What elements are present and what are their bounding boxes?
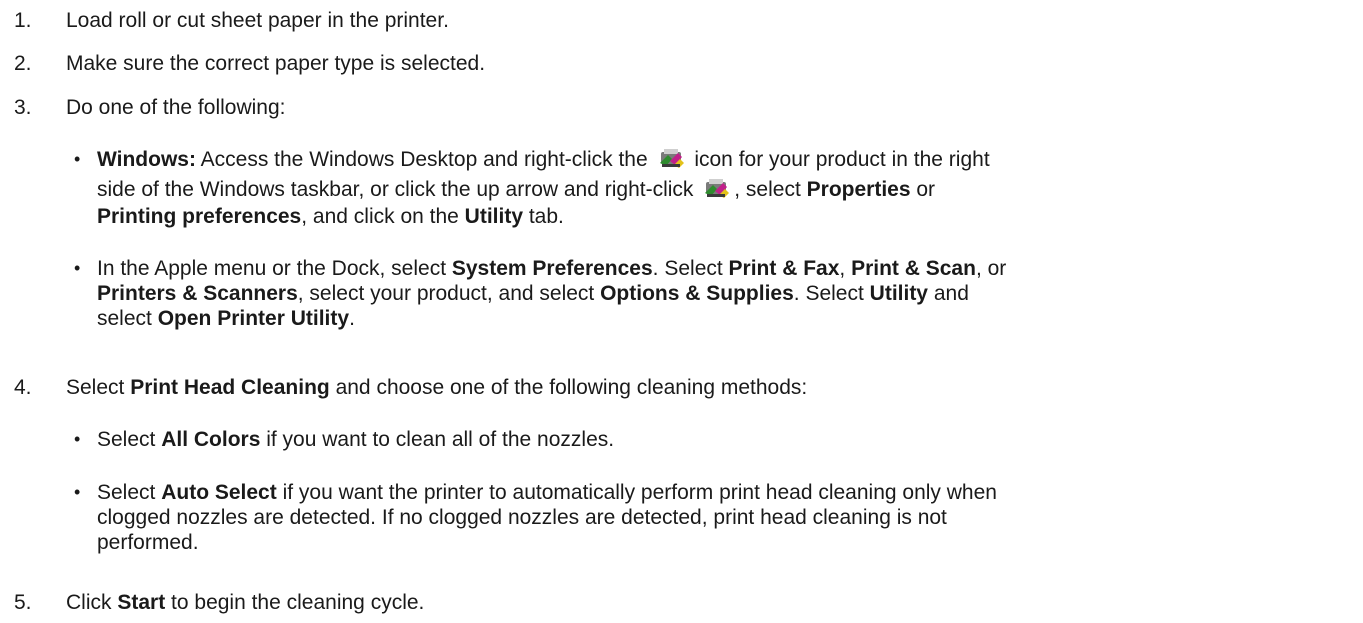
bold-term: Auto Select	[161, 481, 277, 504]
step-number: 5.	[14, 591, 32, 614]
platform-label: Windows:	[97, 148, 196, 171]
bullet-mac: • In the Apple menu or the Dock, select …	[66, 256, 1356, 356]
step-text: Do one of the following:	[66, 96, 286, 119]
text-run: . Select	[793, 282, 870, 305]
text-run: icon for your product in the right	[688, 148, 990, 171]
text-run: clogged nozzles are detected. If no clog…	[97, 506, 947, 529]
bold-term: Print & Scan	[851, 257, 976, 280]
text-run: tab.	[523, 205, 564, 228]
step-number: 2.	[14, 52, 32, 75]
text-line: clogged nozzles are detected. If no clog…	[97, 505, 1352, 530]
text-line: select Open Printer Utility.	[97, 306, 1352, 331]
step-number: 3.	[14, 96, 32, 119]
bullet-mac-text: In the Apple menu or the Dock, select Sy…	[97, 256, 1352, 331]
text-run: if you want the printer to automatically…	[276, 481, 997, 504]
bold-term: Open Printer Utility	[157, 307, 350, 330]
text-run: , and click on the	[301, 205, 465, 228]
printer-icon	[659, 149, 684, 168]
text-run: and	[928, 282, 969, 305]
text-run: Select	[97, 481, 162, 504]
bold-term: Print Head Cleaning	[130, 376, 330, 399]
printer-icon	[705, 179, 730, 198]
text-line: side of the Windows taskbar, or click th…	[97, 177, 1352, 204]
step-text: Make sure the correct paper type is sele…	[66, 52, 486, 75]
bold-term: Properties	[806, 178, 911, 201]
step-text: Click Start to begin the cleaning cycle.	[66, 590, 1336, 615]
bullet-windows-text: Windows: Access the Windows Desktop and …	[97, 147, 1352, 229]
step-text: Select Print Head Cleaning and choose on…	[66, 375, 1336, 400]
bold-term: All Colors	[161, 428, 261, 451]
text-run: performed.	[97, 531, 199, 554]
text-line: Windows: Access the Windows Desktop and …	[97, 147, 1352, 172]
bullet-glyph: •	[74, 482, 81, 502]
text-run: ,	[839, 257, 852, 280]
bullet-auto-select: • Select Auto Select if you want the pri…	[66, 480, 1356, 560]
step-text: Load roll or cut sheet paper in the prin…	[66, 9, 449, 32]
instructions-document: 1. Load roll or cut sheet paper in the p…	[0, 0, 1363, 623]
text-line: Printers & Scanners, select your product…	[97, 281, 1352, 306]
text-line: Printing preferences, and click on the U…	[97, 204, 1352, 229]
bullet-glyph: •	[74, 149, 81, 169]
text-run: to begin the cleaning cycle.	[165, 591, 425, 614]
bold-term: Printing preferences	[97, 205, 302, 228]
text-run: Access the Windows Desktop and right-cli…	[195, 148, 654, 171]
text-run: if you want to clean all of the nozzles.	[260, 428, 615, 451]
text-run: and choose one of the following cleaning…	[329, 376, 808, 399]
bold-term: Utility	[869, 282, 928, 305]
bullet-windows: • Windows: Access the Windows Desktop an…	[66, 147, 1356, 229]
text-run: Select	[66, 376, 131, 399]
text-run: .	[349, 307, 355, 330]
step-number: 1.	[14, 9, 32, 32]
text-run: , select	[734, 178, 807, 201]
bold-term: Printers & Scanners	[97, 282, 298, 305]
text-run: In the Apple menu or the Dock, select	[97, 257, 452, 280]
bold-term: Options & Supplies	[600, 282, 794, 305]
step-number: 4.	[14, 376, 32, 399]
bullet-text: Select All Colors if you want to clean a…	[97, 427, 1352, 452]
text-run: , or	[975, 257, 1007, 280]
bullet-glyph: •	[74, 258, 81, 278]
bold-term: Start	[117, 591, 166, 614]
bullet-glyph: •	[74, 429, 81, 449]
bullet-auto-select-text: Select Auto Select if you want the print…	[97, 480, 1352, 555]
text-run: side of the Windows taskbar, or click th…	[97, 178, 700, 201]
text-run: Click	[66, 591, 118, 614]
bold-term: Utility	[464, 205, 524, 228]
text-line: Select Auto Select if you want the print…	[97, 480, 1352, 505]
text-line: performed.	[97, 530, 1352, 555]
bold-term: System Preferences	[451, 257, 653, 280]
bold-term: Print & Fax	[728, 257, 840, 280]
text-run: . Select	[652, 257, 729, 280]
text-run: Select	[97, 428, 162, 451]
text-line: In the Apple menu or the Dock, select Sy…	[97, 256, 1352, 281]
text-run: , select your product, and select	[297, 282, 601, 305]
text-run: select	[97, 307, 158, 330]
text-run: or	[910, 178, 936, 201]
